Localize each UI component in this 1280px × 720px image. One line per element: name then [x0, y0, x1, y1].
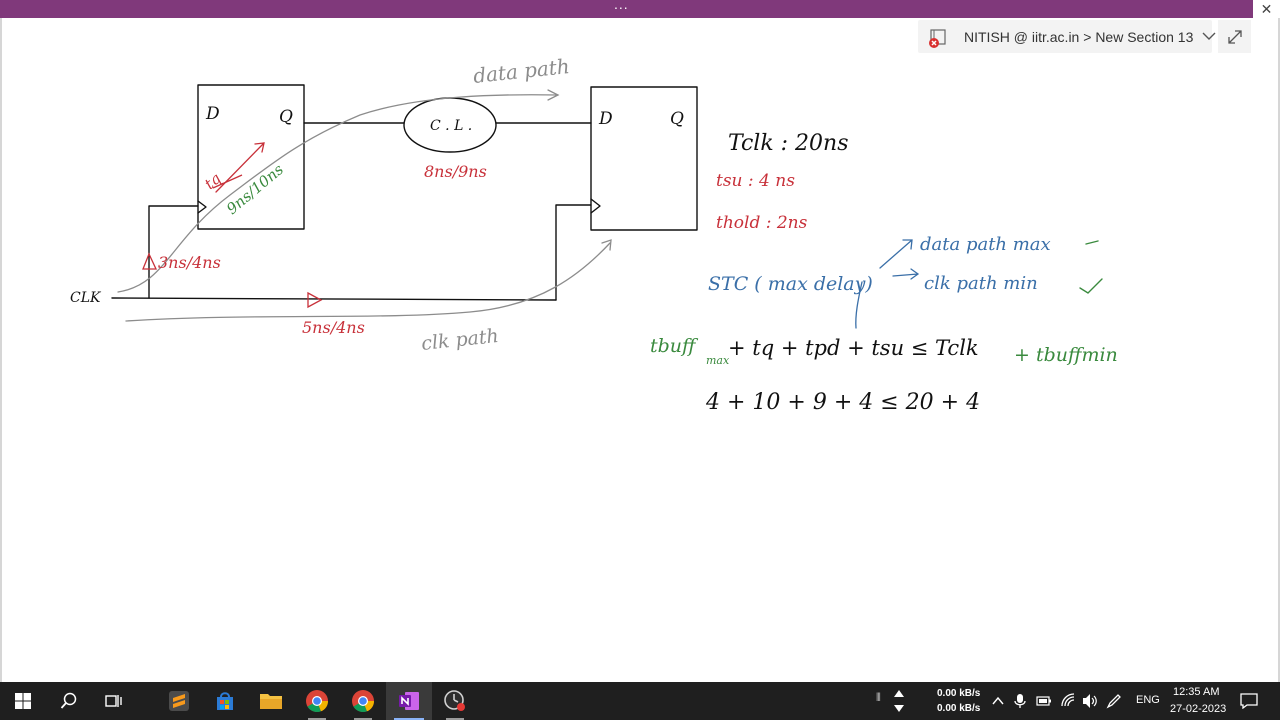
- clk-wire: [111, 297, 557, 301]
- equation-tbuff: tbuff: [650, 335, 699, 357]
- ff2-d-label: D: [598, 109, 613, 129]
- volume-icon[interactable]: [1082, 693, 1098, 709]
- task-view-icon: [105, 695, 122, 707]
- tq-label: tq: [201, 169, 225, 193]
- taskbar-screen-recorder[interactable]: [432, 682, 478, 720]
- clk-wire-ff2: [555, 204, 592, 301]
- chrome-icon: [352, 690, 375, 713]
- buffer-2-triangle: [307, 291, 323, 309]
- buffer-2-delay: 5ns/4ns: [302, 318, 365, 337]
- clock-input-triangle: [197, 200, 207, 214]
- upload-speed: 0.00 kB/s: [937, 688, 981, 699]
- wifi-icon[interactable]: [1060, 692, 1076, 708]
- pen-icon[interactable]: [1106, 693, 1122, 709]
- stc-note: STC ( max delay): [708, 273, 873, 295]
- task-view-button[interactable]: [90, 682, 136, 720]
- buffer-1-delay: 3ns/4ns: [158, 253, 221, 272]
- equation-numeric: 4 + 10 + 9 + 4 ≤ 20 + 4: [705, 390, 980, 415]
- battery-icon[interactable]: [1036, 695, 1052, 707]
- download-speed: 0.00 kB/s: [937, 703, 981, 714]
- ff1-d-label: D: [205, 104, 220, 124]
- taskbar-file-explorer[interactable]: [248, 682, 294, 720]
- cl-delay: 8ns/9ns: [424, 162, 487, 181]
- notification-icon[interactable]: [1240, 693, 1258, 709]
- ff2-q-label: Q: [670, 109, 684, 129]
- equation-tbuff-subscript: max: [706, 354, 730, 367]
- tsu-note: tsu : 4 ns: [716, 171, 795, 191]
- clk-label: CLK: [70, 290, 102, 306]
- network-updown-icon: [894, 690, 904, 712]
- chevron-up-icon[interactable]: [992, 696, 1004, 706]
- stc-arrow: [879, 239, 913, 269]
- ff1-q-label: Q: [279, 107, 293, 127]
- search-button[interactable]: [46, 682, 92, 720]
- store-icon: [217, 692, 233, 710]
- taskbar-chrome[interactable]: [294, 682, 340, 720]
- screen-recorder-icon: [444, 690, 465, 711]
- windows-start-icon: [15, 693, 31, 709]
- taskbar-store[interactable]: [202, 682, 248, 720]
- equation-tbuff-min: + tbuffmin: [1014, 344, 1118, 366]
- clock-date[interactable]: 27-02-2023: [1170, 703, 1226, 715]
- onenote-icon: [399, 692, 419, 710]
- notes-canvas[interactable]: D Q D Q C . L . 8ns/9ns data path CLK cl…: [0, 0, 1280, 682]
- taskbar: ⦀ 0.00 kB/s 0.00 kB/s ENG 12:35 AM 27-02…: [0, 682, 1280, 720]
- clock-time[interactable]: 12:35 AM: [1173, 686, 1219, 698]
- clk-path-arrowhead: [601, 239, 612, 251]
- stc-data-path-max: data path max: [920, 234, 1051, 255]
- taskbar-sublime[interactable]: [156, 682, 202, 720]
- sublime-icon: [169, 691, 189, 711]
- clk-path-label: clk path: [420, 325, 500, 355]
- stc-clk-path-min: clk path min: [924, 273, 1038, 294]
- start-button[interactable]: [0, 682, 46, 720]
- check-mark: [1079, 278, 1103, 294]
- ff1-delay: 9ns/10ns: [223, 160, 287, 218]
- file-explorer-icon: [260, 694, 282, 709]
- microphone-icon[interactable]: [1014, 693, 1026, 709]
- taskbar-chrome-2[interactable]: [340, 682, 386, 720]
- equation-main: + tq + tpd + tsu ≤ Tclk: [728, 336, 979, 360]
- taskbar-onenote[interactable]: [386, 682, 432, 720]
- stc-arrow: [892, 268, 920, 280]
- clock-input-triangle: [590, 198, 601, 214]
- thold-note: thold : 2ns: [716, 213, 808, 233]
- check-mark: [1085, 240, 1099, 245]
- tclk-note: Tclk : 20ns: [728, 131, 849, 156]
- cl-label: C . L .: [430, 118, 472, 134]
- data-path-label: data path: [472, 54, 571, 88]
- tray-divider-icon: ⦀: [876, 692, 881, 704]
- chrome-icon: [306, 690, 329, 713]
- search-icon: [60, 692, 77, 709]
- language-indicator[interactable]: ENG: [1136, 694, 1160, 706]
